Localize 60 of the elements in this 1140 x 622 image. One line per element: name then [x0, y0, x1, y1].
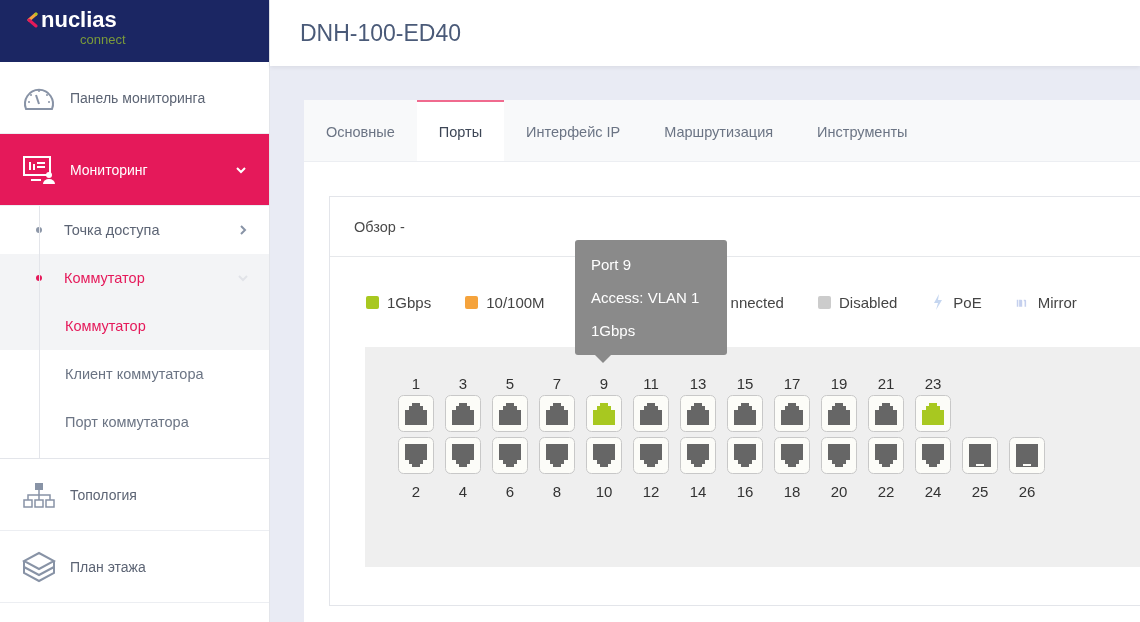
tab[interactable]: Основные [304, 100, 417, 161]
sidebar-item-label: План этажа [70, 558, 147, 575]
port-number: 3 [457, 374, 469, 394]
port-number: 26 [1017, 482, 1037, 501]
port-number: 19 [829, 374, 849, 394]
legend-label: 10/100M [486, 293, 545, 311]
monitor-user-icon [22, 154, 56, 185]
port-number: 4 [457, 482, 469, 501]
legend-label: nnected [730, 293, 784, 311]
submenu-item[interactable]: Коммутатор [0, 302, 269, 350]
sidebar-item[interactable]: Топология [0, 459, 269, 531]
port-number: 25 [970, 482, 990, 501]
logo-subtitle: connect [80, 32, 127, 48]
hierarchy-icon [22, 481, 56, 508]
submenu-item[interactable]: Клиент коммутатора [0, 350, 269, 398]
port-number: 14 [688, 482, 708, 501]
logo-mark-icon [26, 11, 38, 29]
port-number: 2 [410, 482, 422, 501]
sidebar-item-label: Панель мониторинга [70, 89, 207, 106]
submenu-item[interactable]: Порт коммутатора [0, 398, 269, 446]
port-number: 20 [829, 482, 849, 501]
tab[interactable]: Маршрутизация [642, 100, 796, 161]
port-number: 5 [504, 374, 516, 394]
logo-text: nuclias [41, 8, 117, 32]
submenu-item[interactable]: Коммутатор [0, 254, 269, 302]
legend-label: Disabled [838, 293, 898, 311]
port-number: 18 [782, 482, 802, 501]
legend-label: Mirror [1037, 293, 1077, 311]
legend-label: PoE [953, 293, 982, 311]
submenu-label: Коммутатор [64, 270, 146, 286]
device-title: DNH-100-ED40 [300, 19, 462, 47]
port-number: 8 [551, 482, 563, 501]
submenu-item[interactable]: Точка доступа [0, 206, 269, 254]
port-number: 6 [504, 482, 516, 501]
port-number: 10 [594, 482, 614, 501]
port-number: 21 [876, 374, 896, 394]
sidebar-item[interactable]: Мониторинг [0, 134, 269, 206]
port-number: 13 [688, 374, 708, 394]
layers-icon [22, 550, 56, 583]
port-number: 23 [923, 374, 943, 394]
port-number: 17 [782, 374, 802, 394]
port-number: 12 [641, 482, 661, 501]
port-number: 11 [642, 374, 660, 394]
bullet-dot [36, 275, 42, 281]
sidebar-item-label: Мониторинг [70, 161, 149, 178]
sidebar-item[interactable]: План этажа [0, 531, 269, 603]
port-number: 24 [923, 482, 943, 501]
tab[interactable]: Инструменты [795, 100, 930, 161]
port-number: 16 [735, 482, 755, 501]
port-number: 7 [551, 374, 563, 394]
submenu-label: Точка доступа [64, 222, 161, 238]
tab[interactable]: Интерфейс IP [504, 100, 643, 161]
port-number: 15 [735, 374, 755, 394]
tab[interactable]: Порты [416, 100, 505, 161]
bullet-dot [36, 227, 42, 233]
port-number: 22 [876, 482, 896, 501]
port-number: 1 [410, 374, 422, 394]
chevron-icon [237, 224, 249, 236]
sidebar-item-label: Топология [70, 486, 138, 503]
legend-label: 1Gbps [387, 293, 432, 311]
